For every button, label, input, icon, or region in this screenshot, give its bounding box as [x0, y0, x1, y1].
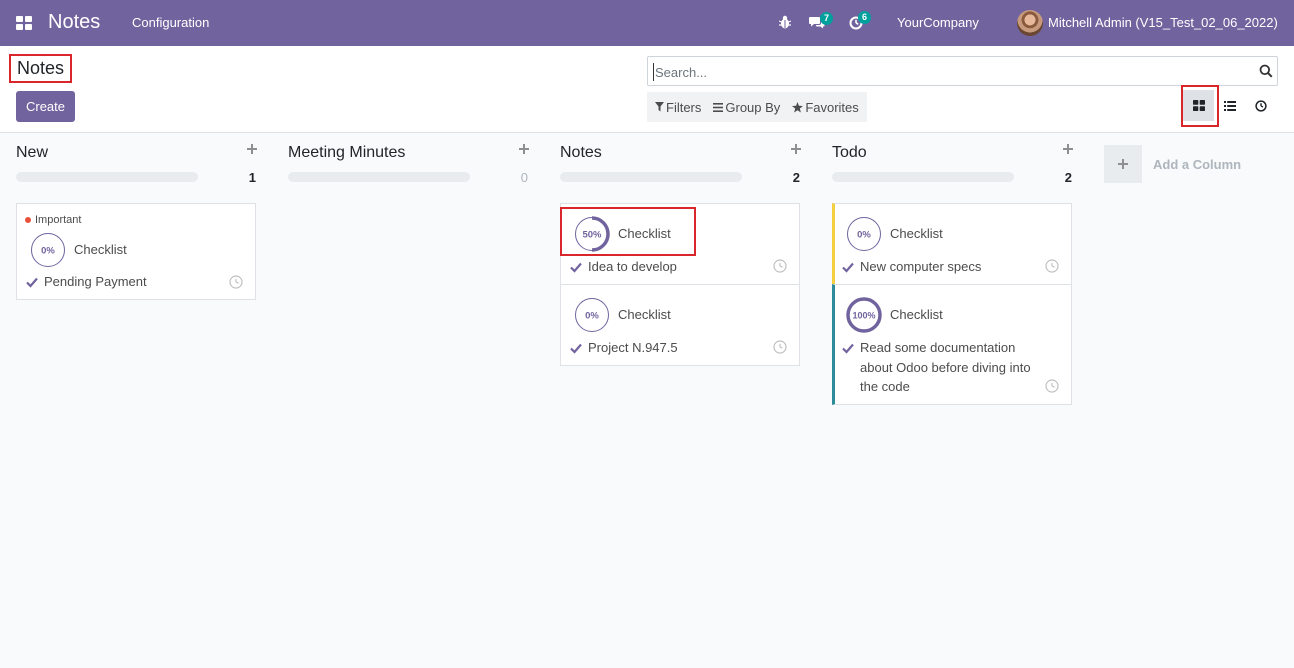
note-content: Idea to develop — [570, 257, 770, 277]
column-progress-bar[interactable] — [288, 172, 470, 182]
check-icon — [842, 343, 854, 354]
note-text: New computer specs — [860, 259, 982, 274]
search-options-bar: Filters Group By Favorites — [647, 92, 867, 122]
add-column-button[interactable]: Add a Column — [1104, 145, 1241, 183]
user-avatar[interactable] — [1017, 10, 1043, 36]
column-quick-add-icon[interactable] — [1062, 143, 1074, 155]
column-title[interactable]: Notes — [560, 144, 602, 162]
column-progress-bar[interactable] — [832, 172, 1014, 182]
check-icon — [570, 262, 582, 273]
progress-gauge: 50% — [575, 216, 610, 252]
group-by-dropdown[interactable]: Group By — [707, 92, 786, 122]
note-content: Read some documentation about Odoo befor… — [842, 338, 1037, 397]
create-button[interactable]: Create — [16, 91, 75, 122]
checklist-label: Checklist — [618, 307, 671, 322]
app-title[interactable]: Notes — [48, 11, 100, 34]
tag-dot-icon — [25, 217, 31, 223]
page-title: Notes — [9, 54, 73, 83]
progress-gauge: 0% — [31, 233, 65, 267]
check-icon — [26, 277, 38, 288]
note-text: Idea to develop — [588, 259, 677, 274]
star-icon — [792, 101, 804, 112]
apps-menu-icon[interactable] — [16, 16, 32, 30]
search-box — [647, 56, 1278, 86]
filters-label: Filters — [666, 99, 702, 115]
note-text: Project N.947.5 — [588, 340, 678, 355]
messages-count-badge: 7 — [820, 12, 834, 25]
gauge-value: 100% — [852, 311, 875, 321]
progress-gauge: 0% — [575, 298, 609, 332]
activity-clock-icon[interactable] — [1045, 379, 1059, 393]
company-switcher[interactable]: YourCompany — [897, 15, 979, 30]
column-count: 0 — [520, 170, 528, 185]
check-icon — [570, 343, 582, 354]
view-switcher — [1183, 90, 1276, 121]
checklist-label: Checklist — [74, 242, 127, 257]
control-panel: Notes Create Filters Group By Favorites — [0, 46, 1294, 133]
progress-gauge: 100% — [846, 297, 882, 333]
activities-count-badge: 6 — [858, 11, 872, 24]
column-count: 2 — [1064, 170, 1072, 185]
progress-gauge: 0% — [847, 217, 881, 251]
filter-icon — [655, 102, 664, 112]
column-quick-add-icon[interactable] — [518, 143, 530, 155]
column-progress-bar[interactable] — [560, 172, 742, 182]
note-content: Pending Payment — [26, 272, 226, 292]
add-column-plus-icon[interactable] — [1104, 145, 1142, 183]
tag-important: Important — [25, 214, 81, 226]
activity-clock-icon[interactable] — [773, 340, 787, 354]
menu-configuration[interactable]: Configuration — [132, 15, 209, 30]
list-view-icon — [1223, 100, 1236, 111]
activity-clock-icon[interactable] — [1045, 259, 1059, 273]
column-count: 2 — [792, 170, 800, 185]
check-icon — [842, 262, 854, 273]
activity-view-button[interactable] — [1245, 90, 1276, 121]
gauge-value: 0% — [857, 230, 871, 241]
note-content: Project N.947.5 — [570, 338, 770, 358]
kanban-card[interactable]: 50% Checklist Idea to develop — [560, 203, 800, 285]
add-column-label[interactable]: Add a Column — [1153, 157, 1241, 172]
kanban-board: New 1 Important 0% Checklist Pending Pay… — [0, 133, 1294, 668]
search-input[interactable] — [653, 63, 1243, 81]
tag-label: Important — [35, 214, 82, 226]
activity-clock-icon[interactable] — [773, 259, 787, 273]
column-progress-bar[interactable] — [16, 172, 198, 182]
debug-bug-icon[interactable] — [779, 15, 791, 29]
group-by-icon — [713, 102, 724, 112]
column-quick-add-icon[interactable] — [246, 143, 258, 155]
checklist-label: Checklist — [890, 307, 943, 322]
filters-dropdown[interactable]: Filters — [649, 92, 707, 122]
kanban-card[interactable]: 0% Checklist Project N.947.5 — [560, 284, 800, 366]
kanban-view-button[interactable] — [1183, 90, 1214, 121]
column-title[interactable]: Todo — [832, 144, 867, 162]
checklist-label: Checklist — [890, 226, 943, 241]
column-title[interactable]: Meeting Minutes — [288, 144, 405, 162]
list-view-button[interactable] — [1214, 90, 1245, 121]
gauge-value: 0% — [41, 246, 55, 257]
kanban-card[interactable]: 100% Checklist Read some documentation a… — [832, 284, 1072, 405]
gauge-value: 50% — [582, 230, 602, 241]
kanban-card[interactable]: Important 0% Checklist Pending Payment — [16, 203, 256, 300]
gauge-value: 0% — [585, 311, 599, 322]
checklist-label: Checklist — [618, 226, 671, 241]
user-menu[interactable]: Mitchell Admin (V15_Test_02_06_2022) — [1048, 15, 1278, 30]
kanban-view-icon — [1192, 100, 1205, 111]
group-by-label: Group By — [725, 99, 781, 115]
note-text: Pending Payment — [44, 274, 147, 289]
column-title[interactable]: New — [16, 144, 48, 162]
top-navbar: Notes Configuration 7 6 YourCompany Mitc… — [0, 0, 1294, 46]
clock-view-icon — [1254, 99, 1267, 112]
column-count: 1 — [248, 170, 256, 185]
activity-clock-icon[interactable] — [229, 275, 243, 289]
kanban-card[interactable]: 0% Checklist New computer specs — [832, 203, 1072, 285]
favorites-dropdown[interactable]: Favorites — [786, 92, 864, 122]
note-text: Read some documentation about Odoo befor… — [860, 340, 1031, 394]
note-content: New computer specs — [842, 257, 1042, 277]
favorites-label: Favorites — [805, 99, 859, 115]
search-icon[interactable] — [1259, 64, 1273, 78]
column-quick-add-icon[interactable] — [790, 143, 802, 155]
